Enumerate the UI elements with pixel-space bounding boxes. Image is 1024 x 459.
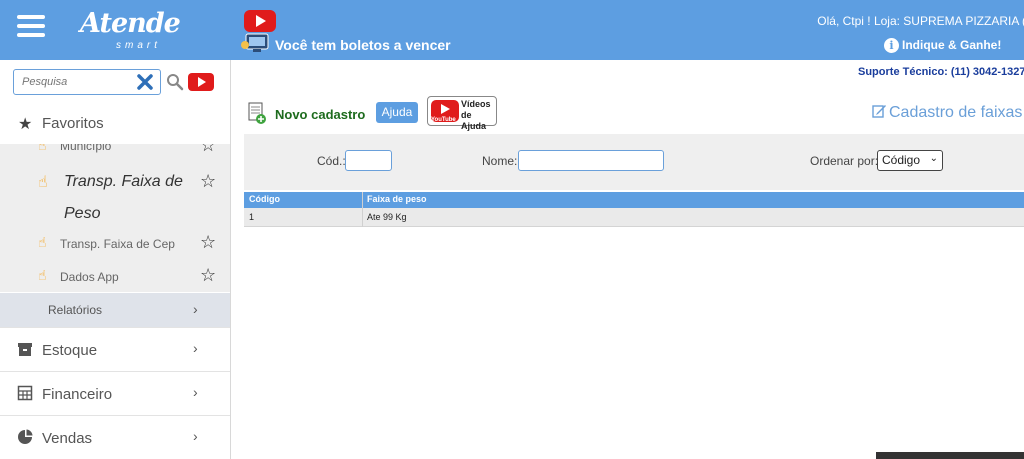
cod-label: Cód.: [317, 154, 346, 168]
ajuda-button[interactable]: Ajuda [376, 102, 418, 123]
novo-cadastro-label: Novo cadastro [275, 107, 366, 122]
videos-ajuda-label: Vídeos de Ajuda [461, 99, 496, 132]
videos-label-line2: de Ajuda [461, 110, 487, 131]
unfavorite-star-icon[interactable]: ☆ [200, 171, 216, 192]
favorite-item-faixa-cep[interactable]: ☝ Transp. Faixa de Cep ☆ [0, 232, 230, 256]
sidebar-item-estoque[interactable]: Estoque › [0, 327, 230, 371]
page-title-text: Cadastro de faixas [889, 104, 1023, 121]
pointer-hand-icon: ☝ [38, 234, 47, 250]
chevron-right-icon: › [193, 428, 198, 444]
box-icon [18, 343, 32, 356]
filter-bar: Cód.: Nome: Ordenar por: Código ⌄ [244, 134, 1024, 190]
clear-search-icon[interactable] [136, 73, 154, 91]
relatorios-label: Relatórios [48, 303, 103, 317]
user-greeting: Olá, Ctpi ! Loja: SUPREMA PIZZARIA ( [817, 14, 1024, 28]
sidebar-item-financeiro[interactable]: Financeiro › [0, 371, 230, 415]
favorite-label: Transp. Faixa de Peso [64, 173, 183, 222]
calculator-icon [17, 385, 33, 401]
logo-subtitle: smart [116, 40, 161, 51]
vendas-label: Vendas [42, 430, 93, 447]
cod-input[interactable] [345, 150, 392, 171]
pointer-hand-icon: ☝ [38, 144, 47, 153]
youtube-icon[interactable] [244, 10, 276, 32]
novo-cadastro-button[interactable]: Novo cadastro [247, 102, 367, 125]
top-bar: Atende smart Você tem boletos a vencer O… [0, 0, 1024, 60]
sidebar-item-vendas[interactable]: Vendas › [0, 415, 230, 459]
favoritos-label: Favoritos [42, 115, 104, 132]
nome-input[interactable] [518, 150, 664, 171]
estoque-label: Estoque [42, 342, 98, 359]
favorite-label: Município [60, 144, 112, 153]
indique-ganhe-link[interactable]: i Indique & Ganhe! [884, 38, 1001, 53]
unfavorite-star-icon[interactable]: ☆ [200, 265, 216, 286]
column-divider [362, 192, 363, 227]
pie-chart-icon [18, 429, 33, 444]
ordenar-value: Código [882, 153, 921, 167]
new-document-icon [248, 102, 266, 124]
star-icon: ★ [18, 116, 33, 133]
sidebar-item-relatorios[interactable]: Relatórios › [0, 293, 230, 327]
suporte-tecnico: Suporte Técnico: (11) 3042-1327 / [858, 66, 1024, 78]
sidebar: ★ Favoritos ☝ Município ☆ ☝ Transp. Faix… [0, 60, 231, 459]
chevron-right-icon: › [193, 301, 198, 317]
nome-label: Nome: [482, 154, 518, 168]
chevron-right-icon: › [193, 340, 198, 356]
favorite-item-dados-app[interactable]: ☝ Dados App ☆ [0, 265, 230, 289]
info-icon: i [884, 38, 899, 53]
bottom-overlay [876, 452, 1024, 459]
cell-faixa-peso: Ate 99 Kg [367, 212, 407, 222]
youtube-word: YouTube [431, 117, 456, 123]
pointer-hand-icon: ☝ [38, 174, 48, 191]
sidebar-item-favoritos[interactable]: ★ Favoritos [0, 104, 230, 144]
logo[interactable]: Atende smart [80, 4, 181, 54]
search-box [13, 69, 161, 95]
results-table: Código Faixa de peso 1 Ate 99 Kg [244, 192, 1024, 227]
ordenar-select[interactable]: Código ⌄ [877, 150, 943, 171]
cell-codigo: 1 [249, 212, 255, 222]
table-header: Código Faixa de peso [244, 192, 1024, 208]
unfavorite-star-icon[interactable]: ☆ [200, 144, 216, 156]
search-icon[interactable] [166, 73, 184, 91]
edit-icon [872, 105, 886, 118]
hamburger-menu-icon[interactable] [17, 15, 45, 39]
unfavorite-star-icon[interactable]: ☆ [200, 232, 216, 253]
ordenar-label: Ordenar por: [810, 154, 879, 168]
chevron-right-icon: › [193, 384, 198, 400]
favorite-item-faixa-peso[interactable]: ☝ Transp. Faixa de Peso ☆ [0, 166, 230, 228]
chevron-down-icon: ⌄ [929, 153, 938, 164]
computer-boleto-icon [241, 33, 269, 52]
videos-ajuda-button[interactable]: YouTube Vídeos de Ajuda [427, 96, 497, 131]
favorite-label: Transp. Faixa de Cep [60, 237, 175, 251]
column-header-codigo[interactable]: Código [249, 194, 280, 204]
favorite-item-municipio[interactable]: ☝ Município ☆ [0, 144, 230, 159]
search-input[interactable] [22, 71, 132, 93]
favorites-list: ☝ Município ☆ ☝ Transp. Faixa de Peso ☆ … [0, 144, 230, 292]
logo-text: Atende [80, 8, 181, 39]
table-row[interactable]: 1 Ate 99 Kg [244, 208, 1024, 227]
youtube-help-icon[interactable] [188, 73, 214, 91]
page-title: Cadastro de faixas [872, 104, 1022, 122]
column-header-faixa-peso[interactable]: Faixa de peso [367, 194, 427, 204]
indique-label: Indique & Ganhe! [902, 38, 1002, 52]
favorite-label: Dados App [60, 270, 119, 284]
boletos-alert[interactable]: Você tem boletos a vencer [275, 37, 451, 53]
pointer-hand-icon: ☝ [38, 267, 47, 283]
videos-label-line1: Vídeos [461, 99, 491, 109]
financeiro-label: Financeiro [42, 386, 113, 403]
